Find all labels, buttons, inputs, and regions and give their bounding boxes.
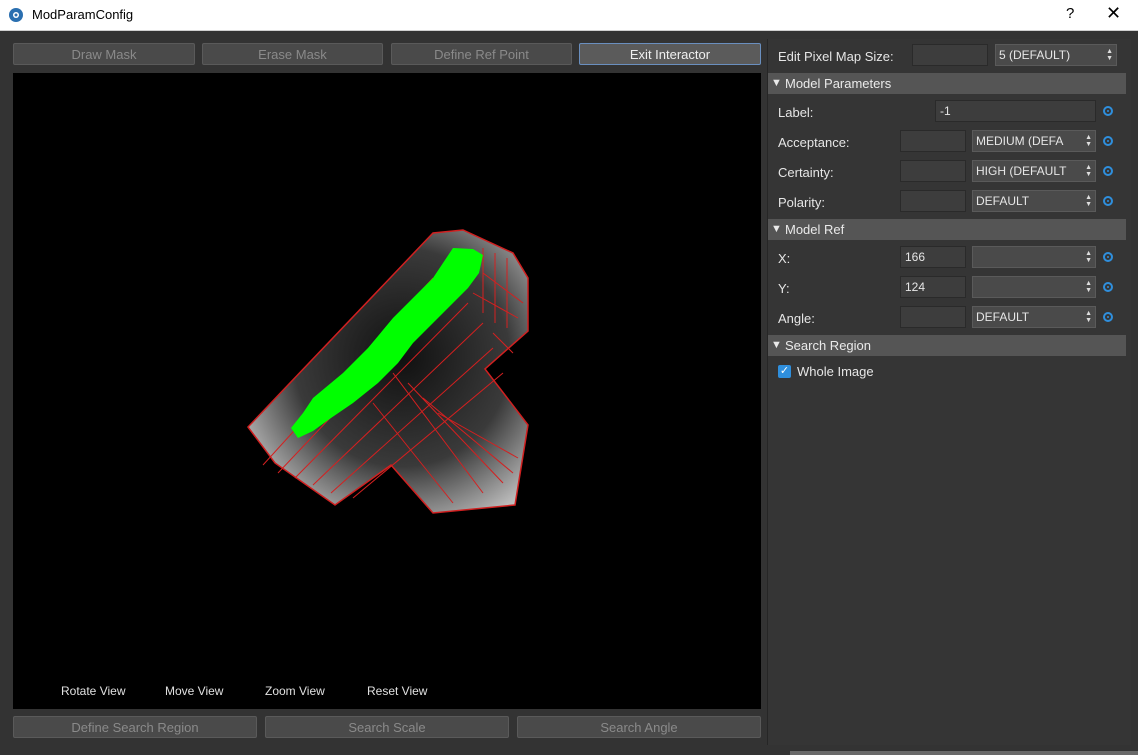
model-image — [247, 229, 529, 514]
model-parameters-section[interactable]: ▼ Model Parameters — [768, 73, 1126, 94]
horizontal-scrollbar[interactable] — [790, 751, 1138, 755]
y-radio-icon[interactable] — [1103, 282, 1113, 292]
angle-select[interactable]: DEFAULT ▲ ▼ — [972, 306, 1096, 328]
polarity-label: Polarity: — [778, 195, 825, 210]
spinner-arrows-icon: ▲ ▼ — [1085, 134, 1092, 148]
app-icon — [9, 8, 23, 22]
spinner-arrows-icon: ▲ ▼ — [1085, 164, 1092, 178]
spinner-arrows-icon: ▲ ▼ — [1085, 310, 1092, 324]
whole-image-label: Whole Image — [797, 364, 874, 379]
spinner-arrows-icon: ▲ ▼ — [1106, 48, 1113, 62]
angle-input[interactable] — [900, 306, 966, 328]
label-label: Label: — [778, 105, 814, 120]
angle-radio-icon[interactable] — [1103, 312, 1113, 322]
angle-select-value: DEFAULT — [976, 310, 1030, 324]
spinner-arrows-icon: ▲ ▼ — [1085, 250, 1092, 264]
x-select[interactable]: ▲ ▼ — [972, 246, 1096, 268]
certainty-input[interactable] — [900, 160, 966, 182]
whole-image-checkbox[interactable]: ✓ — [778, 365, 791, 378]
acceptance-label: Acceptance: — [778, 135, 850, 150]
certainty-select-value: HIGH (DEFAULT — [976, 164, 1067, 178]
pixel-map-label: Edit Pixel Map Size: — [778, 49, 894, 64]
move-view-label[interactable]: Move View — [165, 684, 223, 698]
main-area: Draw Mask Erase Mask Define Ref Point Ex… — [0, 31, 1138, 755]
model-ref-section[interactable]: ▼ Model Ref — [768, 219, 1126, 240]
polarity-input[interactable] — [900, 190, 966, 212]
search-region-section[interactable]: ▼ Search Region — [768, 335, 1126, 356]
x-input[interactable]: 166 — [900, 246, 966, 268]
acceptance-select-value: MEDIUM (DEFA — [976, 134, 1064, 148]
erase-mask-button[interactable]: Erase Mask — [202, 43, 383, 65]
section-title: Model Parameters — [785, 76, 892, 91]
acceptance-select[interactable]: MEDIUM (DEFA ▲ ▼ — [972, 130, 1096, 152]
help-button[interactable]: ? — [1066, 5, 1074, 22]
y-select[interactable]: ▲ ▼ — [972, 276, 1096, 298]
spinner-arrows-icon: ▲ ▼ — [1085, 194, 1092, 208]
angle-label: Angle: — [778, 311, 815, 326]
define-search-region-button[interactable]: Define Search Region — [13, 716, 257, 738]
image-viewport[interactable]: Rotate View Move View Zoom View Reset Vi… — [13, 73, 761, 709]
pixel-map-select-value: 5 (DEFAULT) — [999, 48, 1071, 62]
spinner-arrows-icon: ▲ ▼ — [1085, 280, 1092, 294]
title-bar: ModParamConfig ? ✕ — [0, 0, 1138, 31]
label-input[interactable]: -1 — [935, 100, 1096, 122]
section-title: Model Ref — [785, 222, 845, 237]
reset-view-label[interactable]: Reset View — [367, 684, 427, 698]
draw-mask-button[interactable]: Draw Mask — [13, 43, 195, 65]
certainty-radio-icon[interactable] — [1103, 166, 1113, 176]
properties-panel: Edit Pixel Map Size: 5 (DEFAULT) ▲ ▼ ▼ Mo… — [767, 39, 1131, 745]
collapse-triangle-icon: ▼ — [771, 223, 782, 235]
x-radio-icon[interactable] — [1103, 252, 1113, 262]
pixel-map-select[interactable]: 5 (DEFAULT) ▲ ▼ — [995, 44, 1117, 66]
search-angle-button[interactable]: Search Angle — [517, 716, 761, 738]
polarity-select-value: DEFAULT — [976, 194, 1030, 208]
zoom-view-label[interactable]: Zoom View — [265, 684, 325, 698]
rotate-view-label[interactable]: Rotate View — [61, 684, 125, 698]
certainty-select[interactable]: HIGH (DEFAULT ▲ ▼ — [972, 160, 1096, 182]
pixel-map-input[interactable] — [912, 44, 988, 66]
acceptance-input[interactable] — [900, 130, 966, 152]
polarity-select[interactable]: DEFAULT ▲ ▼ — [972, 190, 1096, 212]
certainty-label: Certainty: — [778, 165, 834, 180]
acceptance-radio-icon[interactable] — [1103, 136, 1113, 146]
polarity-radio-icon[interactable] — [1103, 196, 1113, 206]
collapse-triangle-icon: ▼ — [771, 77, 782, 89]
define-ref-point-button[interactable]: Define Ref Point — [391, 43, 572, 65]
section-title: Search Region — [785, 338, 871, 353]
x-label: X: — [778, 251, 791, 266]
close-button[interactable]: ✕ — [1106, 3, 1121, 24]
collapse-triangle-icon: ▼ — [771, 339, 782, 351]
y-input[interactable]: 124 — [900, 276, 966, 298]
exit-interactor-button[interactable]: Exit Interactor — [579, 43, 761, 65]
y-label: Y: — [778, 281, 790, 296]
window-title: ModParamConfig — [32, 7, 134, 22]
search-scale-button[interactable]: Search Scale — [265, 716, 509, 738]
label-radio-icon[interactable] — [1103, 106, 1113, 116]
